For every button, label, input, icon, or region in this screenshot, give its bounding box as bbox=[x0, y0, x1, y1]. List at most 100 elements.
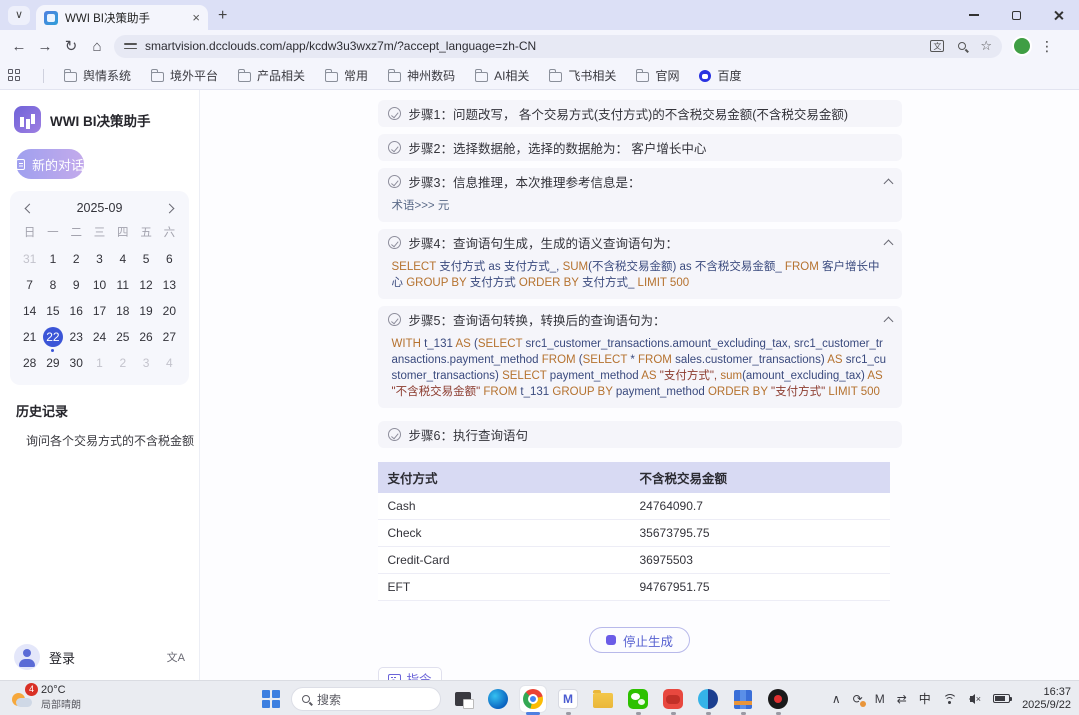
marktext-icon: M bbox=[558, 689, 578, 709]
calendar-day[interactable]: 4 bbox=[158, 353, 181, 373]
back-button[interactable]: ← bbox=[6, 38, 32, 55]
site-settings-icon[interactable] bbox=[124, 41, 137, 51]
search-icon[interactable] bbox=[958, 42, 966, 50]
tray-overflow-chevron-icon[interactable]: ∧ bbox=[832, 692, 841, 706]
calendar-day[interactable]: 16 bbox=[65, 301, 88, 321]
calendar-day[interactable]: 21 bbox=[18, 327, 41, 347]
calendar-day[interactable]: 23 bbox=[65, 327, 88, 347]
calendar-day[interactable]: 29 bbox=[41, 353, 64, 373]
table-header-amount: 不含税交易金额 bbox=[630, 462, 890, 493]
calendar-day[interactable]: 24 bbox=[88, 327, 111, 347]
calendar-day[interactable]: 10 bbox=[88, 275, 111, 295]
wifi-icon[interactable] bbox=[943, 693, 958, 704]
login-button[interactable]: 登录 bbox=[49, 648, 158, 667]
bookmark-star-icon[interactable]: ☆ bbox=[980, 38, 992, 54]
browser-menu-icon[interactable]: ⋮ bbox=[1040, 38, 1054, 55]
calendar-day[interactable]: 25 bbox=[111, 327, 134, 347]
calendar-day[interactable]: 3 bbox=[88, 249, 111, 269]
task-view-button[interactable] bbox=[450, 686, 476, 712]
new-tab-button[interactable]: + bbox=[218, 7, 227, 25]
home-button[interactable]: ⌂ bbox=[84, 38, 110, 55]
language-toggle-icon[interactable]: 文A bbox=[167, 649, 185, 665]
bookmark-item[interactable]: AI相关 bbox=[475, 67, 529, 84]
collapse-chevron-icon[interactable] bbox=[883, 178, 893, 188]
calendar-day[interactable]: 3 bbox=[134, 353, 157, 373]
translate-icon[interactable]: 文 bbox=[930, 40, 944, 52]
address-bar[interactable]: smartvision.dcclouds.com/app/kcdw3u3wxz7… bbox=[114, 35, 1002, 58]
payment-method-cell: Check bbox=[378, 520, 630, 547]
calendar-day[interactable]: 8 bbox=[41, 275, 64, 295]
calendar-day[interactable]: 22 bbox=[41, 327, 64, 347]
calendar-day[interactable]: 13 bbox=[158, 275, 181, 295]
browser-tab[interactable]: WWI BI决策助手 × bbox=[36, 5, 208, 30]
calendar-day[interactable]: 2 bbox=[111, 353, 134, 373]
calendar-day[interactable]: 6 bbox=[158, 249, 181, 269]
recorder-button[interactable] bbox=[765, 686, 791, 712]
calendar-day[interactable]: 1 bbox=[88, 353, 111, 373]
calendar-day[interactable]: 26 bbox=[134, 327, 157, 347]
blue-app-button[interactable] bbox=[695, 686, 721, 712]
window-close-button[interactable] bbox=[1037, 0, 1079, 30]
tab-search-button[interactable]: ∨ bbox=[8, 6, 30, 25]
battery-icon[interactable] bbox=[993, 694, 1010, 703]
calendar-day[interactable]: 1 bbox=[41, 249, 64, 269]
calendar-day[interactable]: 27 bbox=[158, 327, 181, 347]
history-item[interactable]: 询问各个交易方式的不含税金额 bbox=[0, 428, 196, 453]
marktext-button[interactable]: M bbox=[555, 686, 581, 712]
calendar-day[interactable]: 2 bbox=[65, 249, 88, 269]
winrar-button[interactable] bbox=[730, 686, 756, 712]
taskbar-search[interactable]: 搜索 bbox=[291, 687, 441, 711]
calendar-day[interactable]: 30 bbox=[65, 353, 88, 373]
bookmark-item[interactable]: 神州数码 bbox=[388, 67, 455, 84]
url-text[interactable]: smartvision.dcclouds.com/app/kcdw3u3wxz7… bbox=[145, 39, 922, 53]
calendar-day[interactable]: 28 bbox=[18, 353, 41, 373]
edge-button[interactable] bbox=[485, 686, 511, 712]
volume-muted-icon[interactable]: × bbox=[970, 694, 981, 704]
file-explorer-button[interactable] bbox=[590, 686, 616, 712]
bookmark-item[interactable]: 官网 bbox=[636, 67, 679, 84]
bookmark-item[interactable]: 产品相关 bbox=[238, 67, 305, 84]
window-minimize-button[interactable] bbox=[953, 0, 995, 30]
collapse-chevron-icon[interactable] bbox=[883, 239, 893, 249]
bookmark-item[interactable]: 境外平台 bbox=[151, 67, 218, 84]
taskbar-clock[interactable]: 16:37 2025/9/22 bbox=[1022, 686, 1071, 712]
stop-generating-button[interactable]: 停止生成 bbox=[589, 627, 690, 653]
calendar-day[interactable]: 7 bbox=[18, 275, 41, 295]
calendar-prev-icon[interactable] bbox=[25, 203, 35, 213]
calendar-day[interactable]: 11 bbox=[111, 275, 134, 295]
calendar-day[interactable]: 20 bbox=[158, 301, 181, 321]
profile-avatar[interactable] bbox=[1012, 36, 1032, 56]
calendar-day[interactable]: 31 bbox=[18, 249, 41, 269]
sync-tray-icon[interactable]: ⟳ bbox=[853, 692, 863, 706]
weather-widget[interactable]: 4 20°C 局部晴朗 bbox=[10, 684, 81, 711]
start-button[interactable] bbox=[262, 690, 280, 708]
wechat-button[interactable] bbox=[625, 686, 651, 712]
calendar-next-icon[interactable] bbox=[165, 203, 175, 213]
bookmark-item[interactable]: 舆情系统 bbox=[64, 67, 131, 84]
bookmark-item[interactable]: 飞书相关 bbox=[549, 67, 616, 84]
user-avatar-icon[interactable] bbox=[14, 644, 40, 670]
calendar-day[interactable]: 15 bbox=[41, 301, 64, 321]
apps-grid-icon[interactable] bbox=[8, 69, 21, 82]
marktext-tray-icon[interactable]: M bbox=[875, 692, 885, 706]
calendar-day[interactable]: 9 bbox=[65, 275, 88, 295]
network-arrows-icon[interactable]: ⇄ bbox=[897, 692, 907, 706]
bookmark-item[interactable]: 百度 bbox=[699, 67, 741, 84]
calendar-day[interactable]: 17 bbox=[88, 301, 111, 321]
calendar-day[interactable]: 18 bbox=[111, 301, 134, 321]
window-maximize-button[interactable] bbox=[995, 0, 1037, 30]
calendar-day[interactable]: 12 bbox=[134, 275, 157, 295]
reload-button[interactable]: ↻ bbox=[58, 37, 84, 55]
calendar-day[interactable]: 4 bbox=[111, 249, 134, 269]
calendar-day[interactable]: 14 bbox=[18, 301, 41, 321]
new-chat-button[interactable]: 新的对话 bbox=[16, 149, 84, 179]
chrome-button[interactable] bbox=[520, 686, 546, 712]
ime-indicator[interactable]: 中 bbox=[919, 690, 931, 707]
forward-button[interactable]: → bbox=[32, 38, 58, 55]
tab-close-icon[interactable]: × bbox=[192, 11, 200, 24]
bookmark-item[interactable]: 常用 bbox=[325, 67, 368, 84]
calendar-day[interactable]: 19 bbox=[134, 301, 157, 321]
red-cat-app-button[interactable] bbox=[660, 686, 686, 712]
collapse-chevron-icon[interactable] bbox=[883, 316, 893, 326]
calendar-day[interactable]: 5 bbox=[134, 249, 157, 269]
